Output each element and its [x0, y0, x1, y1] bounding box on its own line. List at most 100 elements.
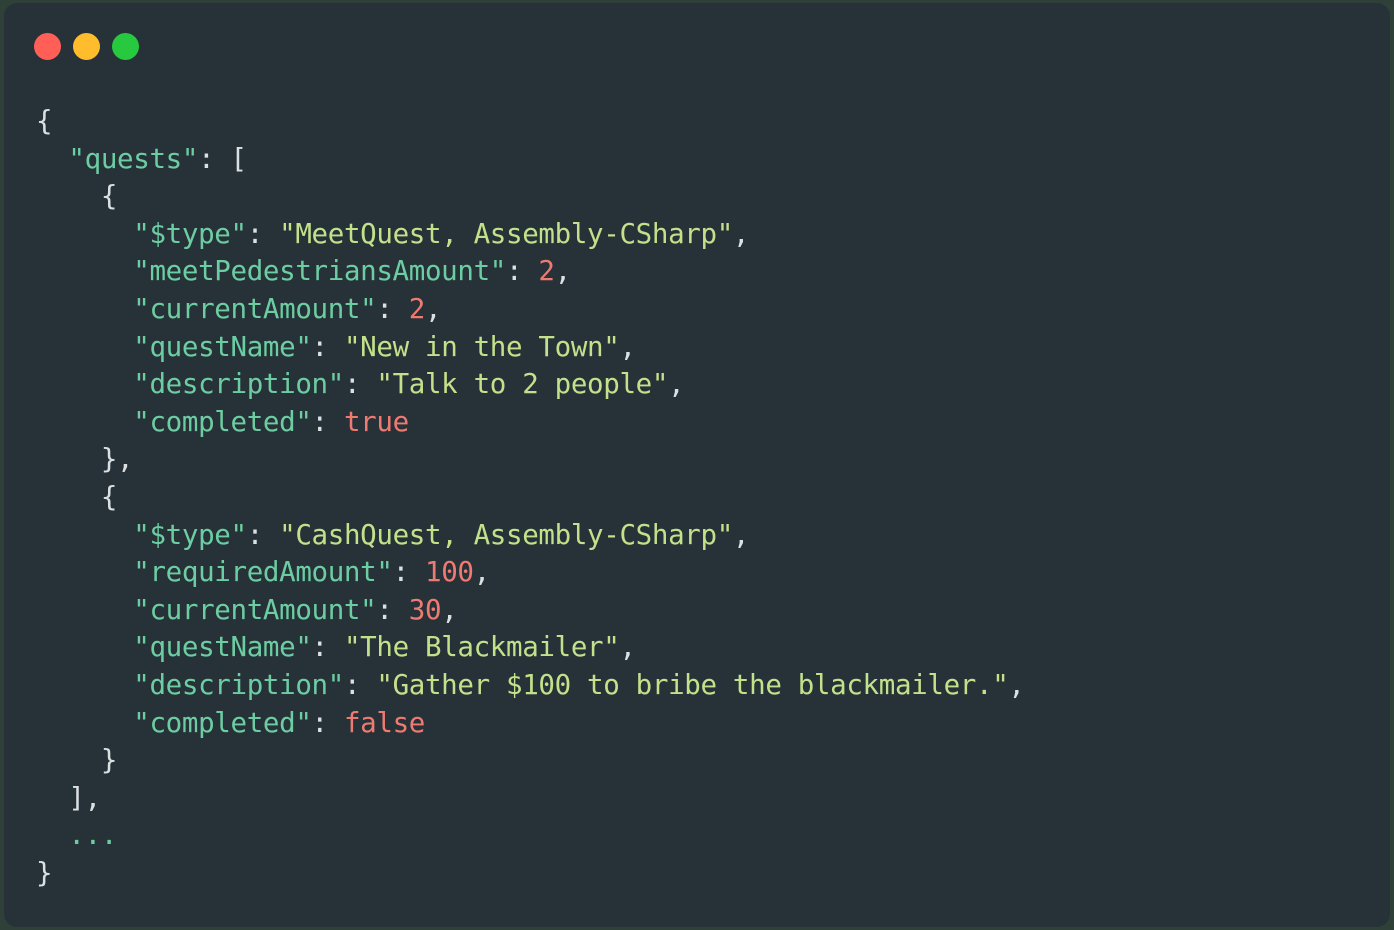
code-token-key: "questName"	[133, 631, 312, 664]
code-line: {	[36, 103, 1390, 141]
code-token-punc: {	[100, 480, 118, 513]
code-token-key: "$type"	[133, 217, 247, 250]
code-line: },	[36, 441, 1390, 479]
code-token-punc: :	[506, 255, 539, 288]
code-line: "$type": "CashQuest, Assembly-CSharp",	[36, 517, 1390, 555]
code-token-punc: ,	[1008, 668, 1025, 701]
code-token-punc: ,	[732, 217, 750, 250]
code-token-punc: :	[246, 518, 280, 551]
code-token-str: "MeetQuest, Assembly-CSharp"	[279, 217, 733, 250]
code-line: "questName": "New in the Town",	[36, 329, 1390, 367]
code-token-punc: {	[100, 180, 118, 213]
code-token-key: "quests"	[68, 142, 199, 175]
code-token-punc: :	[311, 330, 344, 363]
code-token-str: "Gather $100 to bribe the blackmailer."	[376, 668, 1009, 701]
code-token-key: "description"	[133, 668, 344, 701]
code-token-str: "Talk to 2 people"	[376, 368, 669, 401]
code-line: "completed": true	[36, 404, 1390, 442]
minimize-window-button[interactable]	[73, 33, 100, 60]
code-token-punc: :	[311, 706, 344, 739]
code-token-key: "requiredAmount"	[133, 556, 393, 589]
code-editor-area[interactable]: { "quests": [ { "$type": "MeetQuest, Ass…	[4, 89, 1390, 927]
code-token-punc: ,	[619, 631, 636, 664]
code-line: ...	[36, 817, 1390, 855]
window-titlebar	[4, 3, 1390, 89]
code-line: "requiredAmount": 100,	[36, 554, 1390, 592]
code-token-ellip: ...	[68, 819, 118, 852]
code-line: "currentAmount": 30,	[36, 592, 1390, 630]
code-token-key: "description"	[133, 368, 344, 401]
code-token-key: "currentAmount"	[133, 593, 377, 626]
code-token-punc: }	[36, 856, 53, 889]
maximize-window-button[interactable]	[112, 33, 139, 60]
code-line: }	[36, 855, 1390, 893]
code-line: }	[36, 742, 1390, 780]
traffic-light-controls	[34, 33, 139, 60]
code-token-punc: :	[311, 631, 344, 664]
code-token-punc: :	[343, 368, 377, 401]
code-line: "completed": false	[36, 705, 1390, 743]
code-token-punc: ,	[668, 368, 685, 401]
code-line: {	[36, 178, 1390, 216]
code-line: "currentAmount": 2,	[36, 291, 1390, 329]
code-token-key: "questName"	[133, 330, 312, 363]
code-line: "meetPedestriansAmount": 2,	[36, 253, 1390, 291]
code-window: { "quests": [ { "$type": "MeetQuest, Ass…	[4, 3, 1390, 927]
code-token-punc: :	[198, 142, 231, 175]
code-token-punc: ,	[425, 292, 442, 325]
code-token-punc: ,	[441, 593, 458, 626]
code-token-punc: ,	[473, 556, 491, 589]
code-token-num: 30	[408, 593, 442, 626]
json-code-block[interactable]: { "quests": [ { "$type": "MeetQuest, Ass…	[4, 103, 1390, 892]
code-token-str: "New in the Town"	[343, 330, 620, 363]
code-line: "$type": "MeetQuest, Assembly-CSharp",	[36, 216, 1390, 254]
code-token-key: "$type"	[133, 518, 247, 551]
code-token-num: 2	[408, 292, 426, 325]
code-token-bool: false	[343, 706, 425, 739]
code-token-bool: true	[343, 405, 409, 438]
code-token-punc: :	[246, 217, 280, 250]
code-token-punc: {	[36, 105, 53, 137]
code-line: {	[36, 479, 1390, 517]
code-token-punc: ,	[732, 518, 750, 551]
code-token-punc: ],	[68, 781, 101, 814]
code-line: ],	[36, 780, 1390, 818]
code-token-key: "completed"	[133, 706, 312, 739]
code-token-punc: :	[343, 668, 377, 701]
code-token-punc: :	[376, 292, 409, 325]
code-token-str: "The Blackmailer"	[343, 631, 620, 664]
code-token-punc: :	[311, 405, 344, 438]
code-token-str: "CashQuest, Assembly-CSharp"	[279, 518, 733, 551]
code-token-key: "currentAmount"	[133, 292, 377, 325]
code-line: "questName": "The Blackmailer",	[36, 629, 1390, 667]
code-token-punc: [	[230, 142, 248, 175]
code-token-num: 2	[538, 255, 555, 288]
code-token-punc: }	[100, 744, 118, 777]
code-token-punc: ,	[554, 255, 572, 288]
code-token-punc: :	[376, 593, 409, 626]
code-line: "description": "Talk to 2 people",	[36, 366, 1390, 404]
code-token-punc: ,	[619, 330, 636, 363]
code-line: "description": "Gather $100 to bribe the…	[36, 667, 1390, 705]
close-window-button[interactable]	[34, 33, 61, 60]
code-token-num: 100	[424, 556, 474, 589]
code-token-punc: },	[100, 443, 134, 476]
